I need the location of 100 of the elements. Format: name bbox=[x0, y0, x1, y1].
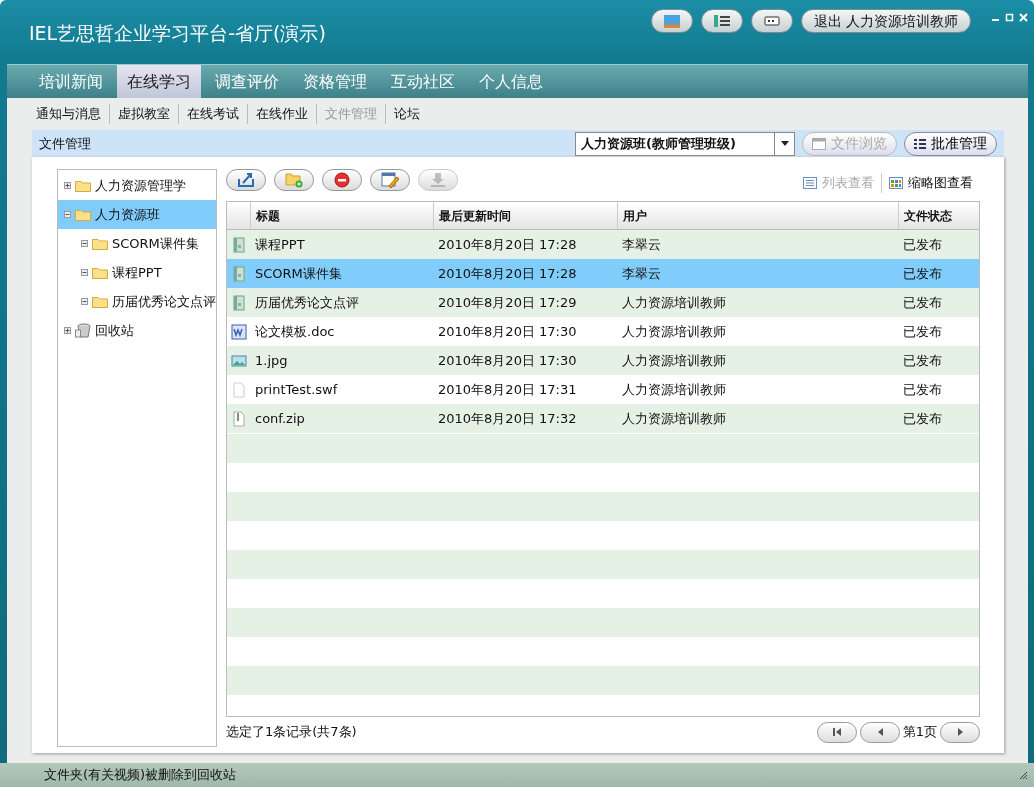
logo-icon bbox=[662, 14, 681, 28]
table-row[interactable]: SCORM课件集 2010年8月20日 17:28 李翠云 已发布 bbox=[227, 259, 979, 288]
toolbar-button[interactable] bbox=[700, 9, 743, 33]
column-header: 用户 bbox=[617, 202, 898, 229]
table-cell-text: 1.jpg bbox=[255, 351, 288, 370]
resize-grip-icon bbox=[1019, 770, 1028, 780]
nav-tab[interactable]: 在线学习 bbox=[117, 65, 201, 98]
expand-icon bbox=[64, 327, 71, 334]
new-folder-button[interactable] bbox=[274, 169, 314, 191]
table-row[interactable]: 历届优秀论文点评 2010年8月20日 17:29 人力资源培训教师 已发布 bbox=[227, 288, 979, 317]
upload-icon bbox=[237, 171, 255, 189]
first-page-button[interactable] bbox=[816, 721, 857, 743]
book-icon bbox=[230, 294, 247, 311]
tree-label: 人力资源管理学 bbox=[95, 176, 186, 195]
image-icon bbox=[230, 352, 247, 369]
table-cell-text: 已发布 bbox=[903, 380, 942, 399]
table-cell-text: 已发布 bbox=[903, 293, 942, 312]
edit-button[interactable] bbox=[370, 169, 410, 191]
thumbnail-view-link[interactable]: 缩略图查看 bbox=[881, 173, 980, 193]
tree-item[interactable]: 回收站 bbox=[58, 316, 216, 345]
folder-icon bbox=[75, 179, 91, 192]
tree-item[interactable]: 人力资源班 bbox=[58, 200, 216, 229]
tree-item[interactable]: 人力资源管理学 bbox=[58, 171, 216, 200]
table-cell-text: 2010年8月20日 17:32 bbox=[438, 409, 577, 428]
sub-nav-link[interactable]: 论坛 bbox=[385, 104, 428, 124]
class-select[interactable]: 人力资源班(教师管理班级) bbox=[575, 131, 795, 156]
collapse-icon bbox=[64, 211, 71, 218]
table-row[interactable]: conf.zip 2010年8月20日 17:32 人力资源培训教师 已发布 bbox=[227, 404, 979, 433]
column-header: 最后更新时间 bbox=[433, 202, 617, 229]
table-cell-text: 2010年8月20日 17:31 bbox=[438, 380, 577, 399]
tree-label: SCORM课件集 bbox=[112, 234, 199, 253]
document-icon bbox=[230, 323, 247, 340]
tree-item[interactable]: 课程PPT bbox=[58, 258, 216, 287]
toolbar-button[interactable] bbox=[750, 9, 793, 33]
tree-label: 课程PPT bbox=[112, 263, 162, 282]
window-icon bbox=[812, 137, 826, 150]
edit-icon bbox=[381, 171, 399, 189]
next-icon bbox=[955, 727, 965, 737]
folder-icon bbox=[92, 237, 108, 250]
sub-nav-link[interactable]: 通知与消息 bbox=[32, 104, 109, 124]
window-title: IEL艺思哲企业学习平台-省厅(演示) bbox=[29, 21, 326, 46]
trash-can-icon bbox=[75, 323, 91, 338]
expand-icon bbox=[64, 182, 71, 189]
table-row[interactable]: printTest.swf 2010年8月20日 17:31 人力资源培训教师 已发布 bbox=[227, 375, 979, 404]
grid-icon bbox=[889, 176, 903, 189]
table-cell-text: 人力资源培训教师 bbox=[622, 351, 726, 370]
card-icon bbox=[762, 14, 781, 28]
delete-icon bbox=[333, 171, 351, 189]
tree-label: 回收站 bbox=[95, 321, 134, 340]
list-icon bbox=[803, 176, 817, 189]
table-cell-text: 已发布 bbox=[903, 322, 942, 341]
page-number: 第1页 bbox=[902, 723, 937, 742]
table-cell-text: 人力资源培训教师 bbox=[622, 409, 726, 428]
table-cell-text: 2010年8月20日 17:28 bbox=[438, 235, 577, 254]
sub-nav-link[interactable]: 在线考试 bbox=[178, 104, 247, 124]
table-cell-text: 人力资源培训教师 bbox=[622, 322, 726, 341]
book-icon bbox=[230, 265, 247, 282]
toolbar-button[interactable] bbox=[650, 9, 693, 33]
tree-label: 历届优秀论文点评 bbox=[112, 292, 216, 311]
table-cell-text: 课程PPT bbox=[255, 235, 305, 254]
table-cell-text: 李翠云 bbox=[622, 235, 661, 254]
file-icon bbox=[230, 381, 247, 398]
sub-nav-link[interactable]: 在线作业 bbox=[247, 104, 316, 124]
folder-icon bbox=[75, 208, 91, 221]
first-page-icon bbox=[831, 727, 842, 737]
download-icon bbox=[429, 171, 447, 189]
maximize-icon[interactable] bbox=[1005, 13, 1014, 22]
next-page-button[interactable] bbox=[940, 721, 980, 743]
collapse-icon bbox=[81, 240, 88, 247]
table-row[interactable]: 论文模板.doc 2010年8月20日 17:30 人力资源培训教师 已发布 bbox=[227, 317, 979, 346]
folder-icon bbox=[92, 266, 108, 279]
book-icon bbox=[230, 236, 247, 253]
logout-button[interactable]: 退出 人力资源培训教师 bbox=[800, 9, 971, 33]
table-cell-text: 论文模板.doc bbox=[255, 322, 335, 341]
list-icon bbox=[712, 14, 731, 28]
previous-page-button[interactable] bbox=[859, 721, 900, 743]
table-cell-text: 历届优秀论文点评 bbox=[255, 293, 359, 312]
folder-icon bbox=[92, 295, 108, 308]
delete-button[interactable] bbox=[322, 169, 362, 191]
table-row[interactable]: 课程PPT 2010年8月20日 17:28 李翠云 已发布 bbox=[227, 230, 979, 259]
table-cell-text: 2010年8月20日 17:30 bbox=[438, 351, 577, 370]
close-icon[interactable] bbox=[1019, 13, 1028, 22]
table-row[interactable]: 1.jpg 2010年8月20日 17:30 人力资源培训教师 已发布 bbox=[227, 346, 979, 375]
upload-button[interactable] bbox=[226, 169, 266, 191]
zip-file-icon bbox=[230, 410, 247, 427]
column-header: 标题 bbox=[250, 202, 433, 229]
tree-item[interactable]: SCORM课件集 bbox=[58, 229, 216, 258]
list-icon bbox=[914, 137, 926, 150]
approve-button[interactable]: 批准管理 bbox=[904, 131, 997, 156]
tree-item[interactable]: 历届优秀论文点评 bbox=[58, 287, 216, 316]
new-folder-icon bbox=[285, 171, 303, 189]
status-text: 文件夹(有关视频)被删除到回收站 bbox=[44, 766, 237, 785]
section-title: 文件管理 bbox=[39, 134, 91, 153]
caret-icon bbox=[780, 141, 789, 146]
table-cell-text: 已发布 bbox=[903, 264, 942, 283]
table-cell-text: 2010年8月20日 17:30 bbox=[438, 322, 577, 341]
selection-count: 选定了1条记录(共7条) bbox=[226, 723, 357, 742]
sub-nav-link[interactable]: 虚拟教室 bbox=[109, 104, 178, 124]
table-cell-text: 2010年8月20日 17:29 bbox=[438, 293, 577, 312]
table-cell-text: conf.zip bbox=[255, 409, 305, 428]
